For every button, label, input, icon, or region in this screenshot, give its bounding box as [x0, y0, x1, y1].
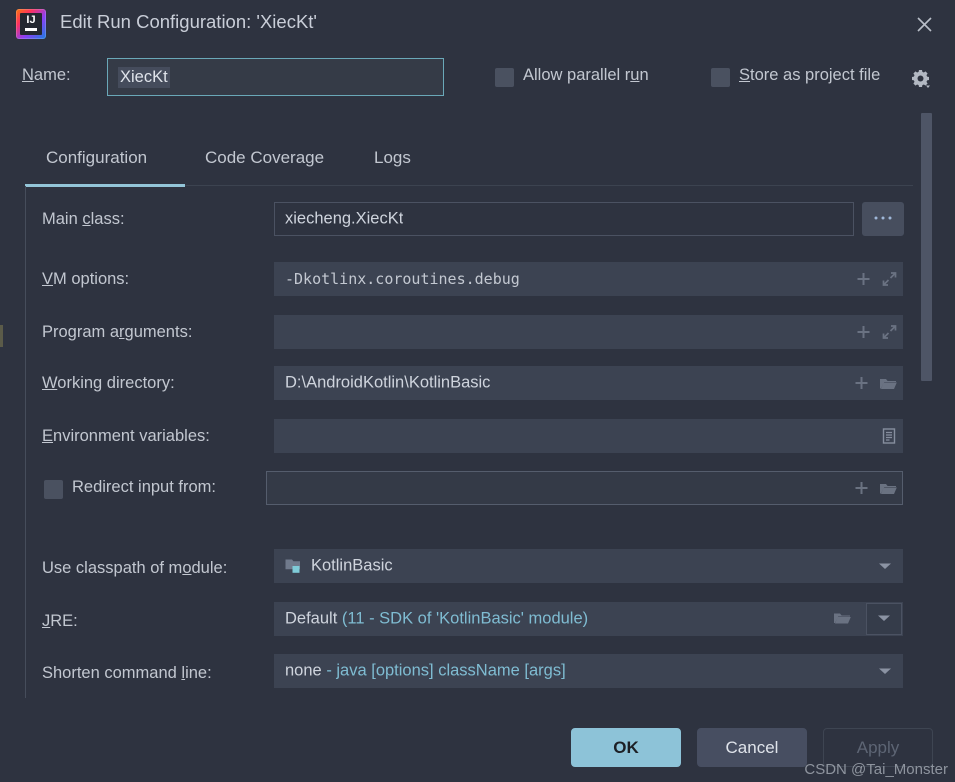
vm-options-label: VM options: — [42, 270, 130, 288]
allow-parallel-run-checkbox[interactable] — [495, 68, 514, 87]
jre-label: JRE: — [42, 612, 78, 630]
allow-parallel-run-label[interactable]: Allow parallel run — [523, 66, 649, 85]
folder-icon[interactable] — [879, 375, 898, 391]
tab-logs[interactable]: Logs — [374, 148, 411, 180]
shorten-command-line-value-main: none — [285, 661, 322, 680]
use-classpath-of-module-combo[interactable]: KotlinBasic — [274, 549, 903, 583]
list-icon[interactable] — [880, 427, 898, 445]
working-directory-value: D:\AndroidKotlin\KotlinBasic — [285, 373, 491, 392]
program-arguments-actions — [855, 324, 898, 341]
tab-configuration[interactable]: Configuration — [46, 148, 147, 180]
working-directory-label: Working directory: — [42, 374, 175, 392]
tab-code-coverage[interactable]: Code Coverage — [205, 148, 324, 180]
shorten-command-line-label: Shorten command line: — [42, 664, 212, 682]
name-input[interactable]: XiecKt — [107, 58, 444, 96]
plus-icon[interactable] — [853, 480, 870, 497]
jre-combo[interactable]: Default (11 - SDK of 'KotlinBasic' modul… — [274, 602, 903, 636]
page-title: Edit Run Configuration: 'XiecKt' — [60, 11, 317, 32]
expand-icon[interactable] — [881, 324, 898, 341]
vm-options-value: -Dkotlinx.coroutines.debug — [285, 270, 520, 288]
jre-dropdown-button[interactable] — [866, 603, 902, 635]
plus-icon[interactable] — [855, 271, 872, 288]
working-directory-actions — [853, 375, 898, 392]
vm-options-input[interactable]: -Dkotlinx.coroutines.debug — [274, 262, 903, 296]
app-icon-letters: IJ — [26, 14, 36, 26]
redirect-input-from-checkbox[interactable] — [44, 480, 63, 499]
watermark: CSDN @Tai_Monster — [804, 761, 948, 778]
chevron-down-icon — [876, 610, 892, 628]
jre-value-sub: (11 - SDK of 'KotlinBasic' module) — [341, 609, 589, 628]
environment-variables-label: Environment variables: — [42, 427, 210, 445]
use-classpath-of-module-value: KotlinBasic — [311, 556, 393, 575]
vm-options-actions — [855, 271, 898, 288]
shorten-command-line-combo[interactable]: none - java [options] className [args] — [274, 654, 903, 688]
module-icon — [285, 558, 303, 574]
gear-icon[interactable] — [910, 68, 932, 90]
shorten-command-line-value-sub: - java [options] className [args] — [326, 661, 566, 680]
ok-button[interactable]: OK — [571, 728, 681, 767]
edge-artifact — [0, 325, 3, 347]
shorten-command-line-value: none - java [options] className [args] — [285, 662, 566, 681]
main-class-label: Main class: — [42, 210, 125, 228]
close-button[interactable] — [901, 4, 947, 44]
folder-icon[interactable] — [833, 610, 852, 626]
folder-icon[interactable] — [879, 480, 898, 496]
configuration-panel: Main class: xiecheng.XiecKt VM options: … — [25, 186, 913, 698]
ellipsis-icon — [872, 208, 894, 224]
close-icon — [915, 15, 934, 34]
scrollbar-thumb[interactable] — [921, 113, 932, 381]
expand-icon[interactable] — [881, 271, 898, 288]
cancel-button[interactable]: Cancel — [697, 728, 807, 767]
redirect-input-from-label[interactable]: Redirect input from: — [72, 478, 216, 497]
plus-icon[interactable] — [853, 375, 870, 392]
redirect-input-from-input[interactable] — [266, 471, 903, 505]
title-bar: IJ Edit Run Configuration: 'XiecKt' — [0, 0, 955, 48]
redirect-input-from-actions — [853, 480, 898, 497]
main-class-browse-button[interactable] — [862, 202, 904, 236]
main-class-value: xiecheng.XiecKt — [285, 209, 404, 228]
plus-icon[interactable] — [855, 324, 872, 341]
intellij-idea-icon: IJ — [16, 9, 46, 39]
environment-variables-input[interactable] — [274, 419, 903, 453]
store-as-project-file-checkbox[interactable] — [711, 68, 730, 87]
use-classpath-of-module-label: Use classpath of module: — [42, 559, 228, 577]
app-icon-bar — [25, 28, 37, 31]
name-input-value: XiecKt — [118, 67, 170, 88]
store-as-project-file-label[interactable]: Store as project file — [739, 66, 880, 85]
name-label: Name: — [22, 66, 71, 84]
main-class-input[interactable]: xiecheng.XiecKt — [274, 202, 854, 236]
chevron-down-icon[interactable] — [877, 561, 893, 571]
program-arguments-label: Program arguments: — [42, 323, 193, 341]
chevron-down-icon[interactable] — [877, 666, 893, 676]
jre-value: Default (11 - SDK of 'KotlinBasic' modul… — [285, 610, 588, 629]
jre-value-main: Default — [285, 609, 338, 628]
environment-variables-actions — [880, 427, 898, 445]
working-directory-input[interactable]: D:\AndroidKotlin\KotlinBasic — [274, 366, 903, 400]
edit-run-configuration-dialog: IJ Edit Run Configuration: 'XiecKt' Name… — [0, 0, 955, 782]
program-arguments-input[interactable] — [274, 315, 903, 349]
